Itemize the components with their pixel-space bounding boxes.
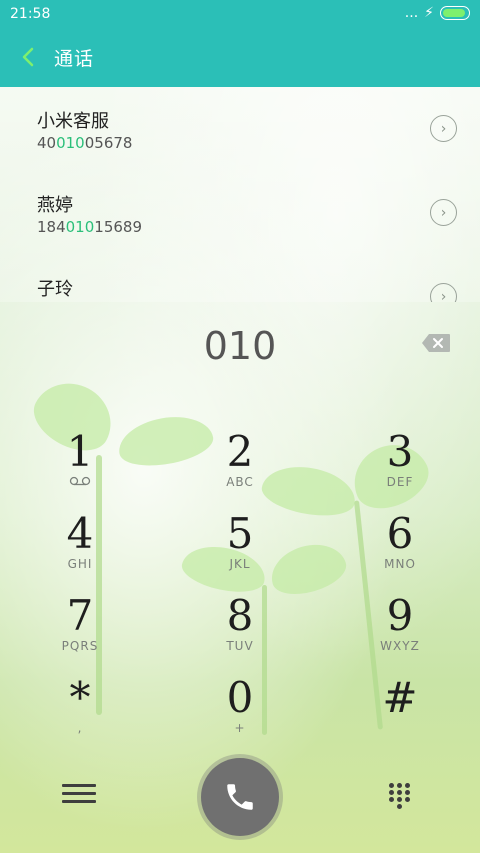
key-5[interactable]: 5 JKL — [160, 506, 320, 588]
key-2[interactable]: 2 ABC — [160, 424, 320, 506]
status-icons: ... ⚡ — [405, 5, 470, 21]
key-4[interactable]: 4 GHI — [0, 506, 160, 588]
contact-details-chevron-icon[interactable]: › — [430, 115, 457, 142]
key-6[interactable]: 6 MNO — [320, 506, 480, 588]
dialpad-toggle-icon[interactable] — [389, 783, 411, 809]
battery-icon — [440, 6, 470, 20]
contact-row[interactable]: 燕婷 18401015689 › — [0, 171, 480, 255]
key-0[interactable]: 0 + — [160, 670, 320, 752]
contact-name: 子玲 — [37, 279, 73, 300]
key-1[interactable]: 1 — [0, 424, 160, 506]
key-7[interactable]: 7 PQRS — [0, 588, 160, 670]
status-bar: 21:58 ... ⚡ — [0, 0, 480, 28]
contact-number: 4001005678 — [37, 134, 133, 152]
contact-name: 小米客服 — [37, 111, 109, 132]
contact-number: 18401015689 — [37, 218, 142, 236]
voicemail-icon — [69, 476, 91, 486]
contact-name: 燕婷 — [37, 195, 73, 216]
number-entry: 010 — [0, 318, 480, 374]
menu-icon[interactable] — [62, 784, 96, 806]
signal-dots-icon: ... — [404, 5, 419, 21]
charging-icon: ⚡ — [424, 5, 434, 21]
page-title: 通话 — [54, 48, 95, 70]
key-3[interactable]: 3 DEF — [320, 424, 480, 506]
phone-icon — [227, 784, 253, 810]
key-star[interactable]: *, — [0, 670, 160, 752]
key-hash[interactable]: # — [320, 670, 480, 752]
status-time: 21:58 — [10, 6, 51, 22]
contact-row[interactable]: 子玲 › — [0, 255, 480, 302]
key-8[interactable]: 8 TUV — [160, 588, 320, 670]
backspace-icon[interactable] — [421, 333, 451, 353]
dialed-number: 010 — [203, 324, 277, 368]
contact-details-chevron-icon[interactable]: › — [430, 283, 457, 302]
contact-details-chevron-icon[interactable]: › — [430, 199, 457, 226]
back-arrow-icon[interactable] — [18, 44, 40, 70]
app-bar: 通话 — [0, 28, 480, 87]
call-button[interactable] — [201, 758, 279, 836]
key-9[interactable]: 9 WXYZ — [320, 588, 480, 670]
contact-suggestions: 小米客服 4001005678 › 燕婷 18401015689 › 子玲 › — [0, 87, 480, 302]
contact-row[interactable]: 小米客服 4001005678 › — [0, 87, 480, 171]
